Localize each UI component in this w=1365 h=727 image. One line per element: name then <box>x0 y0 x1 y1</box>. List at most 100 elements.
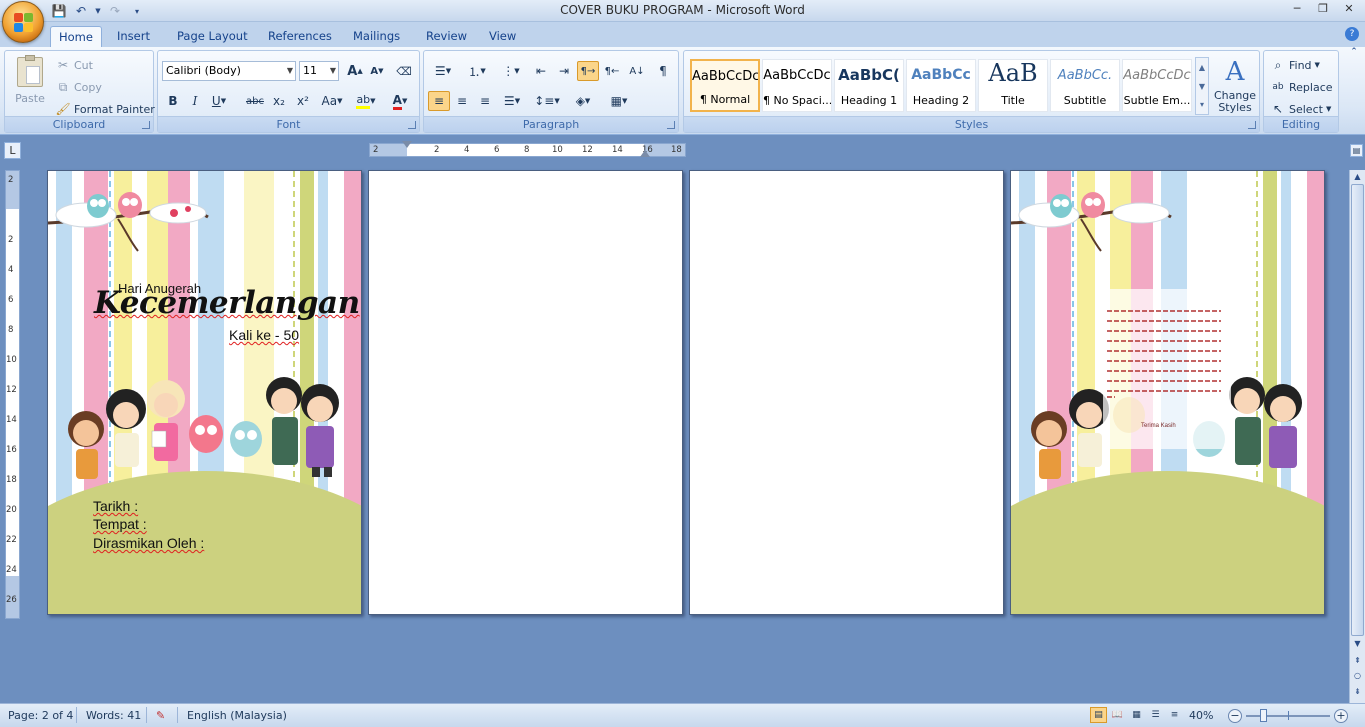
browse-object-icon[interactable]: ○ <box>1351 669 1364 682</box>
styles-dialog-launcher[interactable] <box>1248 121 1256 129</box>
underline-button[interactable]: U ▼ <box>208 91 230 111</box>
sort-button[interactable]: A↓ <box>626 61 648 81</box>
status-page[interactable]: Page: 2 of 4 <box>8 709 73 722</box>
web-layout-view-icon[interactable]: ▦ <box>1128 707 1145 723</box>
bold-button[interactable]: B <box>162 91 184 111</box>
zoom-slider-thumb[interactable] <box>1260 709 1267 722</box>
print-layout-view-icon[interactable]: ▤ <box>1090 707 1107 723</box>
zoom-slider[interactable] <box>1246 709 1330 722</box>
style-normal[interactable]: AaBbCcDc ¶ Normal <box>690 59 760 112</box>
rtl-button[interactable]: ¶← <box>601 61 623 81</box>
style-subtitle[interactable]: AaBbCc. Subtitle <box>1050 59 1120 112</box>
scroll-up-icon[interactable]: ▲ <box>1351 170 1364 183</box>
change-styles-button[interactable]: A Change Styles <box>1212 57 1258 114</box>
align-center-button[interactable]: ≡ <box>451 91 473 111</box>
highlight-button[interactable]: ab ▼ <box>350 91 382 111</box>
full-screen-reading-icon[interactable]: 📖 <box>1109 707 1126 723</box>
multilevel-list-button[interactable]: ⋮ ▼ <box>496 61 526 81</box>
font-dialog-launcher[interactable] <box>408 121 416 129</box>
vertical-scrollbar[interactable]: ▲ ▼ ⇞ ○ ⇟ <box>1349 170 1365 703</box>
style-heading-2[interactable]: AaBbCc Heading 2 <box>906 59 976 112</box>
page-back-cover[interactable]: Terima Kasih <box>1010 170 1325 615</box>
paste-button[interactable]: Paste <box>13 55 47 105</box>
find-button[interactable]: ⌕ Find ▼ <box>1270 57 1320 73</box>
increase-indent-button[interactable]: ⇥ <box>553 61 575 81</box>
next-page-icon[interactable]: ⇟ <box>1351 685 1364 698</box>
copy-button[interactable]: ⧉ Copy <box>55 79 102 95</box>
borders-button[interactable]: ▦ ▼ <box>603 91 635 111</box>
decrease-indent-button[interactable]: ⇤ <box>530 61 552 81</box>
format-painter-button[interactable]: 🖌 Format Painter <box>55 101 154 117</box>
scrollbar-thumb[interactable] <box>1351 184 1364 636</box>
change-styles-label: Change Styles <box>1213 89 1257 114</box>
strikethrough-button[interactable]: abc <box>244 91 266 111</box>
align-left-button[interactable]: ≡ <box>428 91 450 111</box>
change-case-button[interactable]: Aa ▼ <box>318 91 346 111</box>
page-blank-2[interactable] <box>368 170 683 615</box>
status-language[interactable]: English (Malaysia) <box>187 709 287 722</box>
chevron-down-icon[interactable]: ▼ <box>1196 77 1208 96</box>
clear-formatting-button[interactable]: ⌫ <box>393 61 415 81</box>
font-size-combo[interactable]: 11 ▼ <box>299 61 339 81</box>
subscript-button[interactable]: x₂ <box>268 91 290 111</box>
right-indent-marker-icon[interactable] <box>640 150 650 157</box>
help-icon[interactable]: ? <box>1345 27 1359 41</box>
outline-view-icon[interactable]: ☰ <box>1147 707 1164 723</box>
close-button[interactable]: ✕ <box>1337 0 1361 16</box>
style-heading-1[interactable]: AaBbC( Heading 1 <box>834 59 904 112</box>
clipboard-dialog-launcher[interactable] <box>142 121 150 129</box>
show-hide-button[interactable]: ¶ <box>652 61 674 81</box>
grow-font-button[interactable]: A ▲ <box>344 61 366 81</box>
previous-page-icon[interactable]: ⇞ <box>1351 654 1364 667</box>
style-title[interactable]: AaB Title <box>978 59 1048 112</box>
indent-marker-icon[interactable] <box>402 141 412 148</box>
shading-button[interactable]: ◈ ▼ <box>567 91 599 111</box>
numbering-button[interactable]: ⒈ ▼ <box>462 61 492 81</box>
style-subtle-emphasis[interactable]: AaBbCcDc Subtle Em... <box>1122 59 1192 112</box>
draft-view-icon[interactable]: ≡ <box>1166 707 1183 723</box>
superscript-button[interactable]: x² <box>292 91 314 111</box>
page-blank-3[interactable] <box>689 170 1004 615</box>
font-name-combo[interactable]: Calibri (Body) ▼ <box>162 61 296 81</box>
horizontal-ruler[interactable]: 2 2 4 6 8 10 12 14 16 18 <box>369 141 686 157</box>
replace-button[interactable]: ab Replace <box>1270 79 1332 95</box>
tab-page-layout[interactable]: Page Layout <box>169 26 256 47</box>
tab-insert[interactable]: Insert <box>109 26 158 47</box>
styles-gallery-scroll[interactable]: ▲ ▼ ▾ <box>1195 57 1209 115</box>
office-button[interactable] <box>2 1 44 43</box>
shrink-font-button[interactable]: A ▼ <box>366 61 388 81</box>
chevron-up-icon[interactable]: ▲ <box>1196 58 1208 77</box>
cut-button[interactable]: ✂ Cut <box>55 57 93 73</box>
ltr-button[interactable]: ¶→ <box>577 61 599 81</box>
zoom-level[interactable]: 40% <box>1189 709 1213 722</box>
restore-button[interactable]: ❐ <box>1311 0 1335 16</box>
line-spacing-button[interactable]: ↕≡ ▼ <box>532 91 562 111</box>
style-sample: AaBbC( <box>838 66 900 84</box>
minimize-ribbon-icon[interactable]: ⌃ <box>1347 47 1361 61</box>
view-ruler-icon[interactable]: ▤ <box>1350 144 1363 157</box>
justify-button[interactable]: ☰ ▼ <box>497 91 527 111</box>
style-no-spacing[interactable]: AaBbCcDc ¶ No Spaci... <box>762 59 832 112</box>
vertical-ruler[interactable]: 2 2 4 6 8 10 12 14 16 18 20 22 24 26 <box>5 170 20 619</box>
style-name: Title <box>1001 94 1025 107</box>
tab-selector-button[interactable]: L <box>4 142 21 159</box>
align-right-button[interactable]: ≡ <box>474 91 496 111</box>
tab-mailings[interactable]: Mailings <box>345 26 408 47</box>
proofing-icon[interactable]: ✎ <box>156 709 165 722</box>
italic-button[interactable]: I <box>184 91 206 111</box>
zoom-in-icon[interactable]: + <box>1334 709 1348 723</box>
tab-references[interactable]: References <box>260 26 340 47</box>
bullets-button[interactable]: ☰ ▼ <box>428 61 458 81</box>
paragraph-dialog-launcher[interactable] <box>667 121 675 129</box>
tab-review[interactable]: Review <box>418 26 475 47</box>
zoom-out-icon[interactable]: − <box>1228 709 1242 723</box>
more-icon[interactable]: ▾ <box>1196 96 1208 114</box>
tab-home[interactable]: Home <box>50 26 102 47</box>
page-front-cover[interactable]: Hari Anugerah Kecemerlangan Kali ke - 50… <box>47 170 362 615</box>
status-words[interactable]: Words: 41 <box>86 709 141 722</box>
tab-view[interactable]: View <box>481 26 524 47</box>
scroll-down-icon[interactable]: ▼ <box>1351 637 1364 650</box>
minimize-button[interactable]: ─ <box>1285 0 1309 16</box>
font-color-button[interactable]: A ▼ <box>384 91 416 111</box>
select-button[interactable]: ↖ Select ▼ <box>1270 101 1331 117</box>
